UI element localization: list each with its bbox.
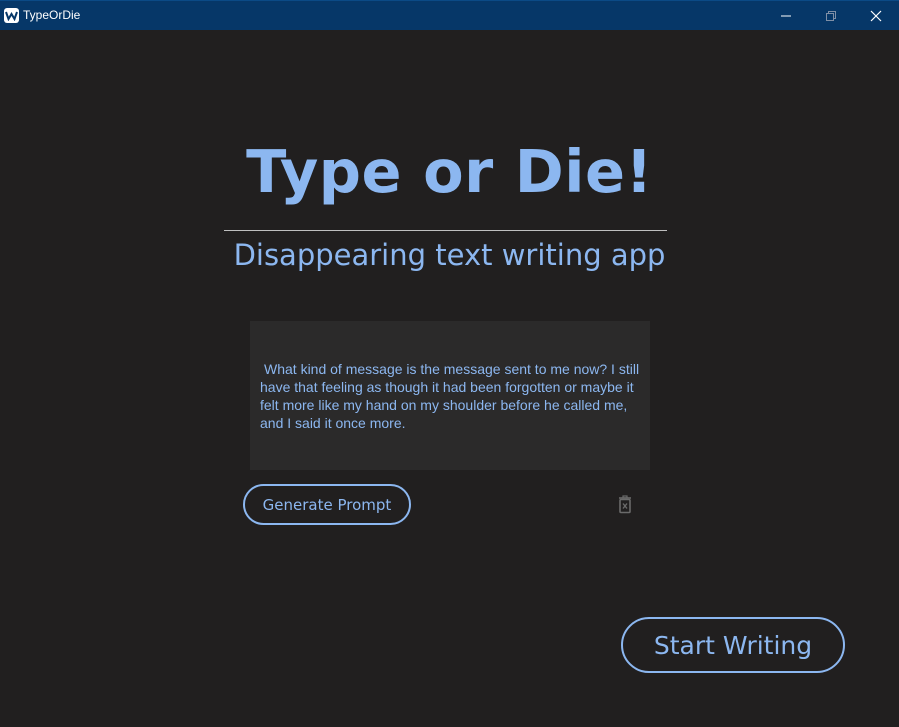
close-icon [870, 10, 882, 22]
minimize-icon [781, 15, 791, 17]
start-writing-button[interactable]: Start Writing [621, 617, 845, 673]
app-title: Type or Die! [246, 137, 653, 206]
generate-prompt-button[interactable]: Generate Prompt [243, 484, 411, 525]
title-divider [224, 230, 667, 231]
trash-icon [619, 495, 631, 514]
window-title: TypeOrDie [23, 8, 81, 22]
close-button[interactable] [853, 1, 899, 31]
app-subtitle: Disappearing text writing app [233, 238, 666, 272]
maximize-button[interactable] [808, 1, 854, 31]
restore-icon [826, 11, 836, 21]
title-bar[interactable]: TypeOrDie [0, 0, 899, 30]
clear-prompt-button[interactable] [616, 495, 634, 515]
prompt-text: What kind of message is the message sent… [260, 360, 640, 431]
minimize-button[interactable] [763, 1, 809, 31]
app-logo-icon [4, 8, 19, 23]
prompt-box: What kind of message is the message sent… [250, 321, 650, 470]
